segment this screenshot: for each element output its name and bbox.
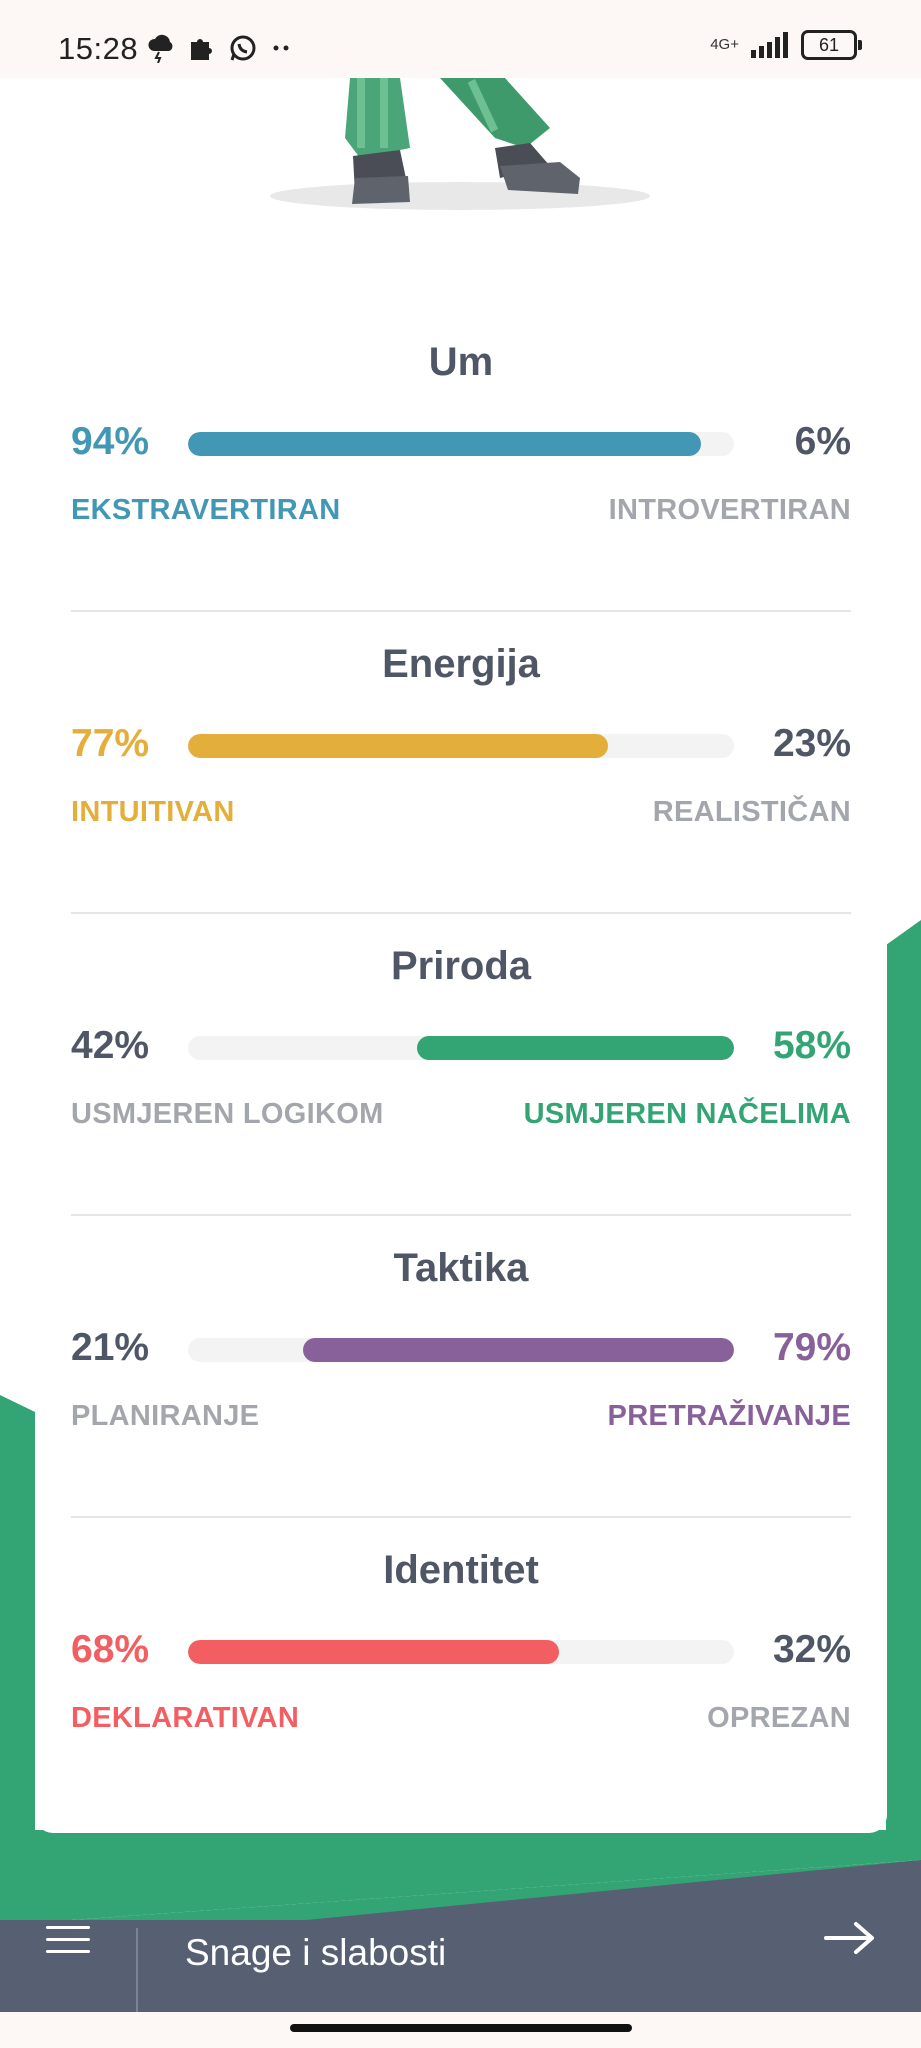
trait-left-percent: 94% [71,420,150,463]
trait-right-label: USMJEREN NAČELIMA [523,1098,851,1130]
trait-left-percent: 68% [71,1628,150,1671]
trait-right-percent: 6% [794,420,851,463]
trait-left-percent: 42% [71,1024,150,1067]
bottom-nav-bar [0,1920,921,2012]
trait-right-percent: 58% [772,1024,851,1067]
trait-left-label: INTUITIVAN [71,796,235,828]
trait-right-label: INTROVERTIRAN [608,494,851,526]
trait-title: Um [428,340,494,384]
trait-bar [188,1640,734,1664]
trait-priroda: Priroda 42% 58% USMJEREN LOGIKOM USMJERE… [71,914,851,1216]
trait-bar [188,1036,734,1060]
trait-left-percent: 21% [71,1326,150,1369]
trait-bar [188,1338,734,1362]
trait-identitet: Identitet 68% 32% DEKLARATIVAN OPREZAN [71,1518,851,1820]
trait-bar-fill [302,1338,734,1362]
trait-title: Taktika [393,1246,529,1290]
trait-bar-fill [188,432,702,456]
trait-left-label: DEKLARATIVAN [71,1702,300,1734]
trait-title: Identitet [383,1548,539,1592]
personality-traits-card: Um 94% 6% EKSTRAVERTIRAN INTROVERTIRAN E… [35,210,887,1833]
trait-bar-fill [188,734,609,758]
home-indicator[interactable] [290,2024,632,2032]
trait-left-label: USMJEREN LOGIKOM [71,1098,384,1130]
menu-icon[interactable] [46,1926,90,1956]
trait-bar-fill [188,1640,560,1664]
trait-title: Priroda [390,944,532,988]
trait-um: Um 94% 6% EKSTRAVERTIRAN INTROVERTIRAN [71,310,851,612]
section-title[interactable]: Snage i slabosti [185,1932,446,1974]
trait-left-percent: 77% [71,722,150,765]
trait-right-percent: 23% [772,722,851,765]
trait-right-label: REALISTIČAN [652,796,851,828]
nav-separator [136,1928,138,2012]
trait-bar-fill [417,1036,734,1060]
trait-right-percent: 32% [772,1628,851,1671]
trait-left-label: PLANIRANJE [71,1400,260,1432]
gesture-bar [0,2012,921,2048]
trait-right-label: OPREZAN [707,1702,851,1734]
character-illustration [270,78,650,210]
trait-title: Energija [382,642,540,686]
trait-right-label: PRETRAŽIVANJE [607,1400,851,1432]
arrow-right-icon[interactable] [822,1918,878,1958]
trait-taktika: Taktika 21% 79% PLANIRANJE PRETRAŽIVANJE [71,1216,851,1518]
trait-left-label: EKSTRAVERTIRAN [71,494,341,526]
trait-right-percent: 79% [772,1326,851,1369]
trait-bar [188,432,734,456]
trait-energija: Energija 77% 23% INTUITIVAN REALISTIČAN [71,612,851,914]
trait-bar [188,734,734,758]
